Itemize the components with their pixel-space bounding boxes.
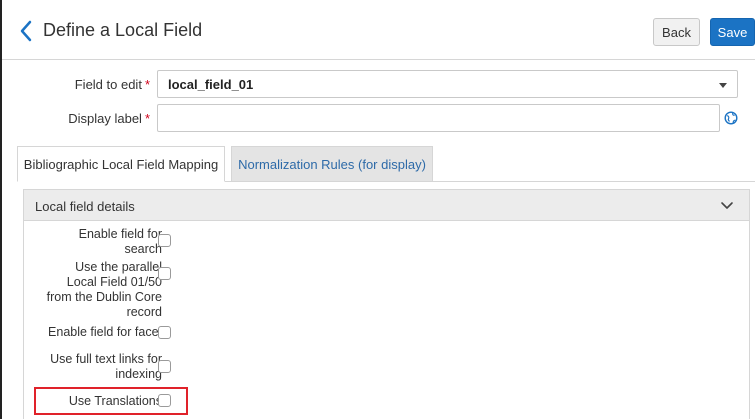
checkbox-parallel-local-field[interactable] (158, 267, 171, 280)
window-left-border (0, 0, 2, 419)
display-label-input[interactable] (157, 104, 720, 132)
option-label-parallel-local-field: Use the parallel Local Field 01/50 from … (46, 260, 162, 319)
field-to-edit-select[interactable]: local_field_01 (157, 70, 738, 98)
option-label-full-text-links: Use full text links for indexing (50, 352, 162, 381)
option-label-use-translations: Use Translations (68, 394, 162, 408)
required-marker: * (144, 77, 150, 92)
field-to-edit-value: local_field_01 (168, 77, 254, 92)
tab-bibliographic-local-field-mapping[interactable]: Bibliographic Local Field Mapping (17, 146, 225, 182)
section-title: Local field details (35, 199, 135, 214)
caret-down-icon (719, 83, 727, 88)
field-to-edit-label-text: Field to edit (74, 77, 142, 92)
local-field-details-panel: Local field details Enable field for sea… (23, 189, 750, 419)
page-title: Define a Local Field (43, 20, 203, 40)
field-to-edit-label: Field to edit * (0, 77, 150, 92)
chevron-down-icon[interactable] (720, 200, 734, 212)
section-header[interactable]: Local field details (24, 190, 749, 221)
page-header: Define a Local Field Back Save (2, 0, 755, 60)
required-marker: * (144, 111, 150, 126)
checkbox-enable-search[interactable] (158, 234, 171, 247)
checkbox-use-translations[interactable] (158, 394, 171, 407)
display-label-label: Display label * (0, 111, 150, 126)
tab-normalization-rules[interactable]: Normalization Rules (for display) (231, 146, 433, 182)
globe-icon[interactable] (724, 111, 738, 125)
option-label-enable-search: Enable field for search (78, 227, 162, 256)
checkbox-enable-facet[interactable] (158, 326, 171, 339)
save-button[interactable]: Save (710, 18, 755, 46)
display-label-label-text: Display label (68, 111, 142, 126)
back-chevron-icon[interactable] (18, 18, 34, 44)
checkbox-full-text-links[interactable] (158, 360, 171, 373)
back-button[interactable]: Back (653, 18, 700, 46)
option-label-enable-facet: Enable field for facet (48, 325, 162, 339)
